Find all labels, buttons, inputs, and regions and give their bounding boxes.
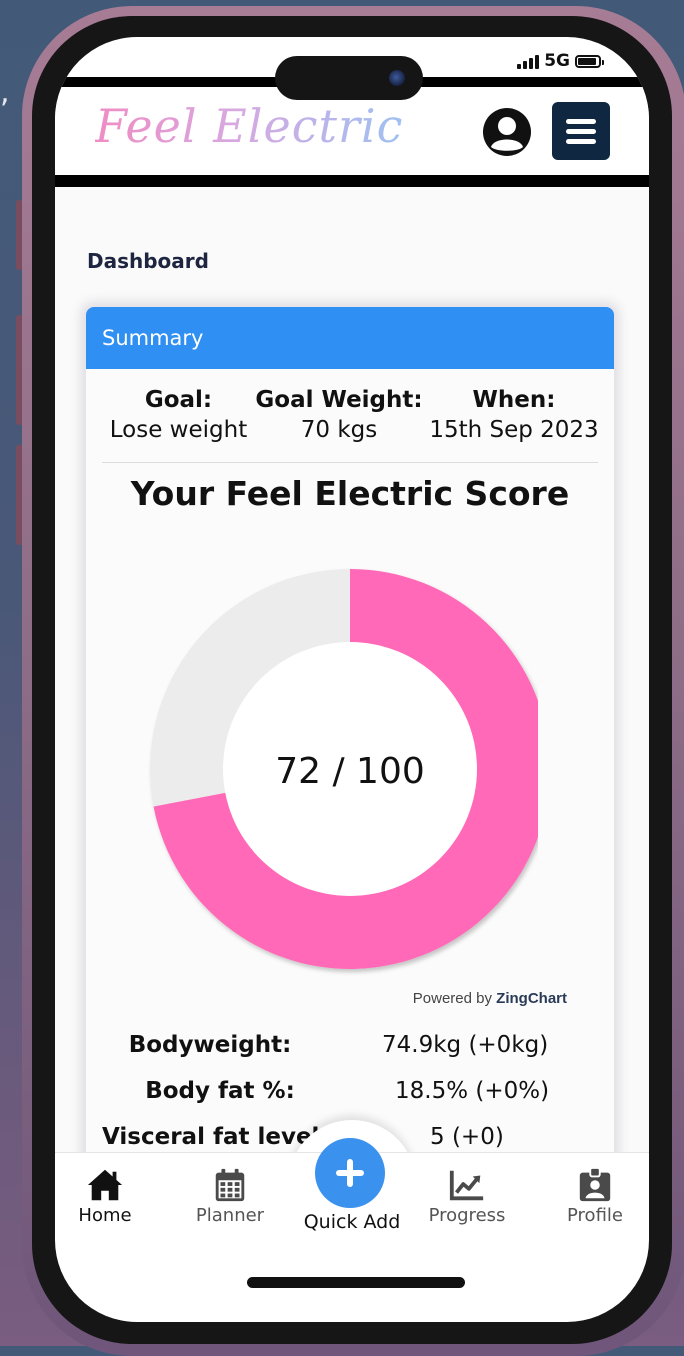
goal-item: Goal: Lose weight (96, 385, 261, 445)
nav-profile[interactable]: Profile (560, 1166, 630, 1226)
plus-icon (336, 1159, 364, 1187)
page-title: Dashboard (87, 249, 209, 273)
score-ring-chart: 72 / 100 (149, 569, 538, 969)
camera-icon (389, 70, 405, 86)
hamburger-menu-icon (566, 138, 596, 144)
hamburger-menu-icon (566, 118, 596, 124)
goal-label: Goal: (144, 387, 213, 413)
metric-value: 18.5% (+0%) (395, 1078, 550, 1104)
score-title: Your Feel Electric Score (130, 474, 570, 513)
quick-add-button[interactable] (315, 1138, 385, 1208)
status-bar: 5G (517, 51, 604, 71)
header-bottom-rule (55, 175, 649, 187)
summary-card-header: Summary (86, 307, 614, 369)
metric-label: Visceral fat level: (102, 1124, 329, 1150)
goal-value: Lose weight (109, 417, 248, 443)
chart-line-icon (449, 1170, 484, 1201)
summary-card: Summary Goal: Lose weight Goal Weight: 7… (86, 307, 614, 1207)
main-content: Dashboard Summary Goal: Lose weight Goal… (55, 187, 649, 1207)
chart-credit-brand: ZingChart (496, 990, 567, 1007)
nav-planner[interactable]: Planner (190, 1166, 270, 1226)
phone-screen: 5G Feel Electric Dashboard Summary Goal:… (55, 37, 649, 1322)
app-logo[interactable]: Feel Electric (95, 99, 403, 153)
metric-value: 5 (+0) (430, 1124, 504, 1150)
goal-weight-label: Goal Weight: (255, 387, 423, 413)
goal-date-value: 15th Sep 2023 (429, 417, 599, 443)
dynamic-island (275, 56, 423, 100)
network-label: 5G (544, 51, 570, 71)
home-icon (87, 1169, 123, 1201)
calendar-icon (215, 1168, 245, 1202)
metric-row: Bodyweight: 74.9kg (+0kg) (86, 1032, 614, 1076)
metric-label: Bodyweight: (128, 1032, 292, 1058)
goal-date-label: When: (472, 387, 556, 413)
score-value: 72 / 100 (275, 751, 425, 792)
id-badge-icon (579, 1166, 611, 1202)
nav-label: Planner (195, 1205, 265, 1226)
quick-add-label[interactable]: Quick Add (290, 1211, 414, 1233)
metric-label: Body fat %: (145, 1078, 295, 1104)
goal-date-item: When: 15th Sep 2023 (419, 385, 609, 445)
home-indicator (247, 1277, 465, 1288)
nav-label: Home (78, 1205, 132, 1226)
chart-credit-prefix: Powered by (412, 990, 492, 1007)
nav-label: Profile (567, 1205, 623, 1226)
goal-weight-value: 70 kgs (300, 417, 378, 443)
goal-summary: Goal: Lose weight Goal Weight: 70 kgs Wh… (86, 385, 614, 449)
user-circle-icon[interactable] (481, 106, 533, 158)
menu-button[interactable] (552, 102, 610, 160)
battery-icon (575, 54, 604, 68)
metric-value: 74.9kg (+0kg) (382, 1032, 549, 1058)
background-mark: , (0, 75, 10, 110)
nav-home[interactable]: Home (75, 1166, 135, 1226)
hamburger-menu-icon (566, 128, 596, 134)
nav-progress[interactable]: Progress (423, 1166, 511, 1226)
nav-label: Progress (428, 1205, 506, 1226)
divider (102, 462, 598, 463)
chart-credit[interactable]: Powered by ZingChart (413, 990, 567, 1007)
metric-row: Body fat %: 18.5% (+0%) (86, 1078, 614, 1122)
goal-weight-item: Goal Weight: 70 kgs (249, 385, 429, 445)
app-header: Feel Electric (55, 87, 649, 175)
signal-icon (517, 54, 540, 69)
